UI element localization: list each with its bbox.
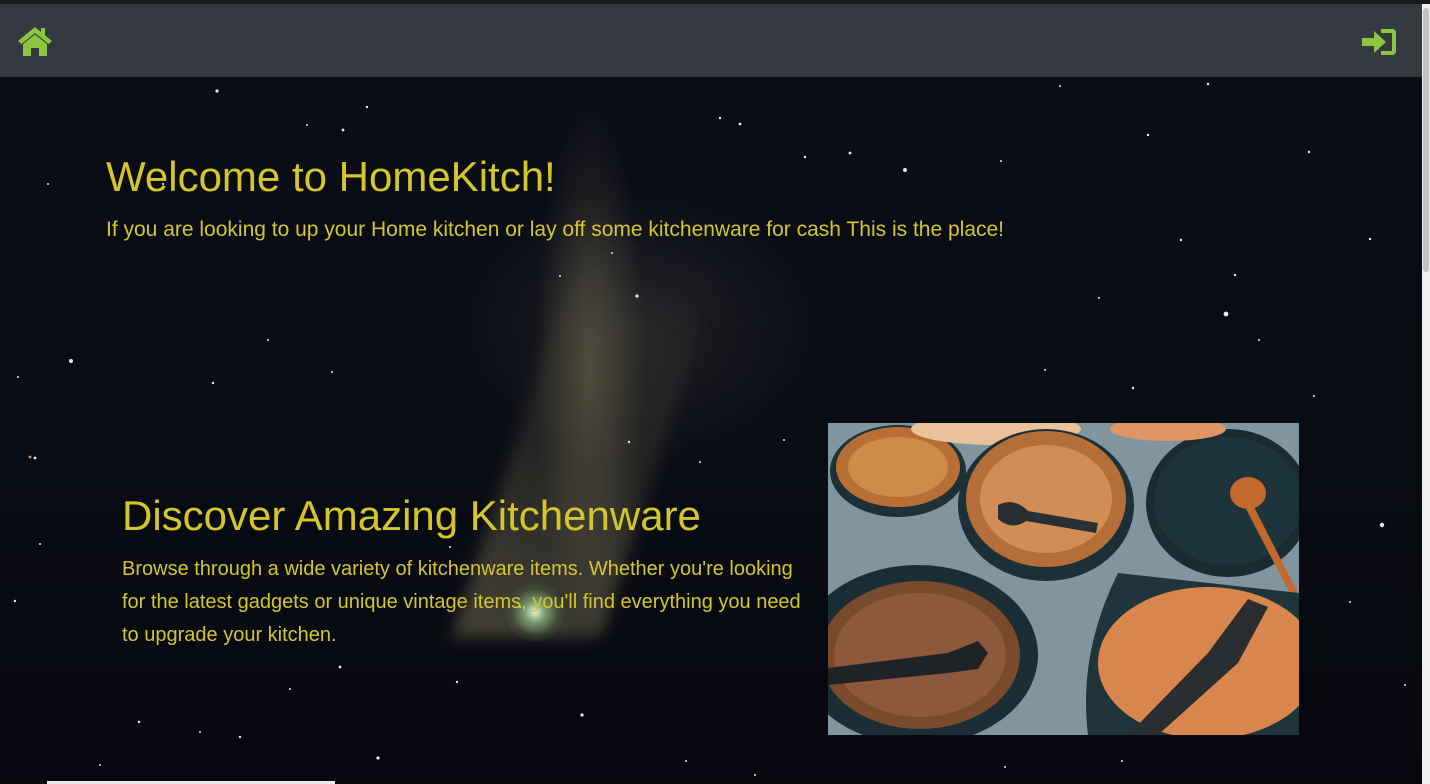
vertical-scrollbar[interactable] <box>1422 4 1430 784</box>
welcome-title: Welcome to HomeKitch! <box>106 153 556 200</box>
scrollbar-thumb[interactable] <box>1423 8 1429 272</box>
kitchenware-image <box>828 423 1299 735</box>
sign-in-icon[interactable] <box>1360 26 1398 58</box>
discover-title: Discover Amazing Kitchenware <box>122 492 701 539</box>
home-icon[interactable] <box>16 24 54 58</box>
navbar <box>0 4 1422 77</box>
welcome-subtitle: If you are looking to up your Home kitch… <box>106 218 1005 241</box>
discover-description: Browse through a wide variety of kitchen… <box>122 558 801 646</box>
hero-section: Welcome to HomeKitch! If you are looking… <box>0 77 1422 784</box>
